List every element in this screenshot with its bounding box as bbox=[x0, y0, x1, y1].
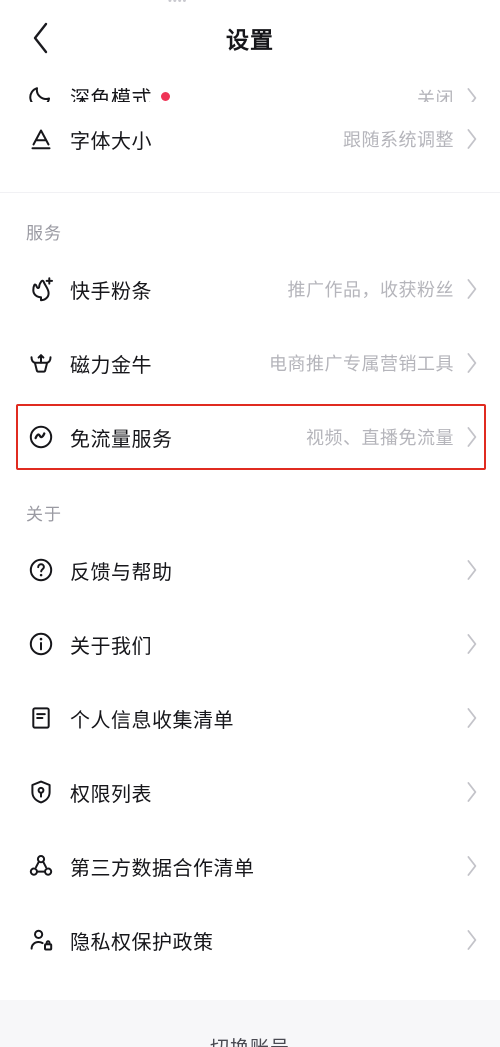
status-bar: •••• bbox=[0, 0, 500, 12]
chevron-left-icon bbox=[31, 21, 51, 55]
row-label-kuaishou-fentiao: 快手粉条 bbox=[70, 280, 152, 303]
row-wrap-free-data-service: 免流量服务 视频、直播免流量 bbox=[0, 400, 500, 474]
settings-row-third-party-data[interactable]: 第三方数据合作清单 bbox=[0, 829, 500, 903]
moon-icon bbox=[26, 81, 56, 102]
row-wrap-kuaishou-fentiao: 快手粉条 推广作品，收获粉丝 bbox=[0, 252, 500, 326]
row-right-free-data-service: 视频、直播免流量 bbox=[306, 424, 480, 450]
chevron-right-icon bbox=[464, 927, 480, 953]
bottom-band: 切换账号 bbox=[0, 1000, 500, 1047]
settings-row-privacy-policy[interactable]: 隐私权保护政策 bbox=[0, 903, 500, 977]
row-wrap-about-us: 关于我们 bbox=[0, 607, 500, 681]
row-right-third-party-data bbox=[454, 853, 480, 879]
settings-list: 深色模式 关闭字体大小 跟随系统调整服务快手粉条 推广作品，收获粉丝磁力金牛 电商推广专… bbox=[0, 58, 500, 977]
row-label-third-party-data: 第三方数据合作清单 bbox=[70, 857, 255, 880]
row-left-dark-mode: 深色模式 bbox=[26, 81, 170, 102]
shield-key-icon bbox=[26, 777, 56, 807]
row-right-font-size: 跟随系统调整 bbox=[343, 126, 480, 152]
row-left-privacy-policy: 隐私权保护政策 bbox=[26, 925, 214, 955]
chevron-right-icon bbox=[464, 276, 480, 302]
chevron-right-icon bbox=[464, 557, 480, 583]
font-size-icon bbox=[26, 124, 56, 154]
flame-plus-icon bbox=[26, 274, 56, 304]
settings-row-about-us[interactable]: 关于我们 bbox=[0, 607, 500, 681]
section-header-services: 服务 bbox=[0, 193, 500, 252]
chevron-right-icon bbox=[464, 126, 480, 152]
row-left-font-size: 字体大小 bbox=[26, 124, 152, 154]
settings-row-personal-info-list[interactable]: 个人信息收集清单 bbox=[0, 681, 500, 755]
row-right-permission-list bbox=[454, 779, 480, 805]
settings-row-cili-jinniu[interactable]: 磁力金牛 电商推广专属营销工具 bbox=[0, 326, 500, 400]
row-label-font-size: 字体大小 bbox=[70, 130, 152, 153]
settings-screen: •••• 设置 深色模式 关闭字体大小 跟随系统调整服务快手粉条 推广作品，收获粉丝磁… bbox=[0, 0, 500, 1047]
user-lock-icon bbox=[26, 925, 56, 955]
chevron-right-icon bbox=[464, 779, 480, 805]
row-value-cili-jinniu: 电商推广专属营销工具 bbox=[269, 354, 454, 374]
row-left-personal-info-list: 个人信息收集清单 bbox=[26, 703, 234, 733]
settings-row-permission-list[interactable]: 权限列表 bbox=[0, 755, 500, 829]
chevron-right-icon bbox=[464, 631, 480, 657]
share-nodes-icon bbox=[26, 851, 56, 881]
bottom-clipped-label: 切换账号 bbox=[0, 1033, 500, 1047]
row-label-free-data-service: 免流量服务 bbox=[70, 428, 173, 451]
chevron-right-icon bbox=[464, 424, 480, 450]
row-label-privacy-policy: 隐私权保护政策 bbox=[70, 931, 214, 954]
row-left-permission-list: 权限列表 bbox=[26, 777, 152, 807]
status-bar-ghost-text: •••• bbox=[168, 0, 188, 7]
bull-icon bbox=[26, 348, 56, 378]
row-label-about-us: 关于我们 bbox=[70, 635, 152, 658]
document-icon bbox=[26, 703, 56, 733]
row-label-personal-info-list: 个人信息收集清单 bbox=[70, 709, 234, 732]
settings-row-kuaishou-fentiao[interactable]: 快手粉条 推广作品，收获粉丝 bbox=[0, 252, 500, 326]
badge-dot-dark-mode bbox=[161, 91, 170, 101]
row-wrap-dark-mode: 深色模式 关闭 bbox=[0, 58, 500, 102]
question-circle-icon bbox=[26, 555, 56, 585]
row-wrap-cili-jinniu: 磁力金牛 电商推广专属营销工具 bbox=[0, 326, 500, 400]
row-wrap-personal-info-list: 个人信息收集清单 bbox=[0, 681, 500, 755]
row-right-personal-info-list bbox=[454, 705, 480, 731]
row-label-feedback-help: 反馈与帮助 bbox=[70, 561, 173, 584]
row-wrap-feedback-help: 反馈与帮助 bbox=[0, 533, 500, 607]
settings-row-font-size[interactable]: 字体大小 跟随系统调整 bbox=[0, 102, 500, 176]
row-left-kuaishou-fentiao: 快手粉条 bbox=[26, 274, 152, 304]
row-left-feedback-help: 反馈与帮助 bbox=[26, 555, 173, 585]
section-header-about: 关于 bbox=[0, 474, 500, 533]
row-right-privacy-policy bbox=[454, 927, 480, 953]
wave-circle-icon bbox=[26, 422, 56, 452]
row-right-cili-jinniu: 电商推广专属营销工具 bbox=[269, 350, 480, 376]
settings-row-free-data-service[interactable]: 免流量服务 视频、直播免流量 bbox=[0, 400, 500, 474]
row-left-free-data-service: 免流量服务 bbox=[26, 422, 173, 452]
chevron-right-icon bbox=[464, 85, 480, 102]
info-circle-icon bbox=[26, 629, 56, 659]
row-label-dark-mode: 深色模式 bbox=[70, 87, 152, 103]
row-label-permission-list: 权限列表 bbox=[70, 783, 152, 806]
row-wrap-privacy-policy: 隐私权保护政策 bbox=[0, 903, 500, 977]
chevron-right-icon bbox=[464, 705, 480, 731]
row-right-kuaishou-fentiao: 推广作品，收获粉丝 bbox=[288, 276, 481, 302]
chevron-right-icon bbox=[464, 350, 480, 376]
row-value-free-data-service: 视频、直播免流量 bbox=[306, 428, 454, 448]
row-wrap-permission-list: 权限列表 bbox=[0, 755, 500, 829]
row-right-dark-mode: 关闭 bbox=[417, 85, 480, 102]
page-title: 设置 bbox=[226, 27, 274, 53]
row-right-feedback-help bbox=[454, 557, 480, 583]
row-label-cili-jinniu: 磁力金牛 bbox=[70, 354, 152, 377]
row-wrap-font-size: 字体大小 跟随系统调整 bbox=[0, 102, 500, 176]
row-value-font-size: 跟随系统调整 bbox=[343, 130, 454, 150]
settings-row-dark-mode[interactable]: 深色模式 关闭 bbox=[0, 58, 500, 102]
navigation-bar: 设置 bbox=[0, 12, 500, 64]
row-left-third-party-data: 第三方数据合作清单 bbox=[26, 851, 255, 881]
back-button[interactable] bbox=[24, 21, 58, 55]
row-value-kuaishou-fentiao: 推广作品，收获粉丝 bbox=[287, 280, 454, 300]
row-left-cili-jinniu: 磁力金牛 bbox=[26, 348, 152, 378]
row-wrap-third-party-data: 第三方数据合作清单 bbox=[0, 829, 500, 903]
row-left-about-us: 关于我们 bbox=[26, 629, 152, 659]
row-value-dark-mode: 关闭 bbox=[417, 89, 454, 102]
settings-row-feedback-help[interactable]: 反馈与帮助 bbox=[0, 533, 500, 607]
chevron-right-icon bbox=[464, 853, 480, 879]
row-right-about-us bbox=[454, 631, 480, 657]
